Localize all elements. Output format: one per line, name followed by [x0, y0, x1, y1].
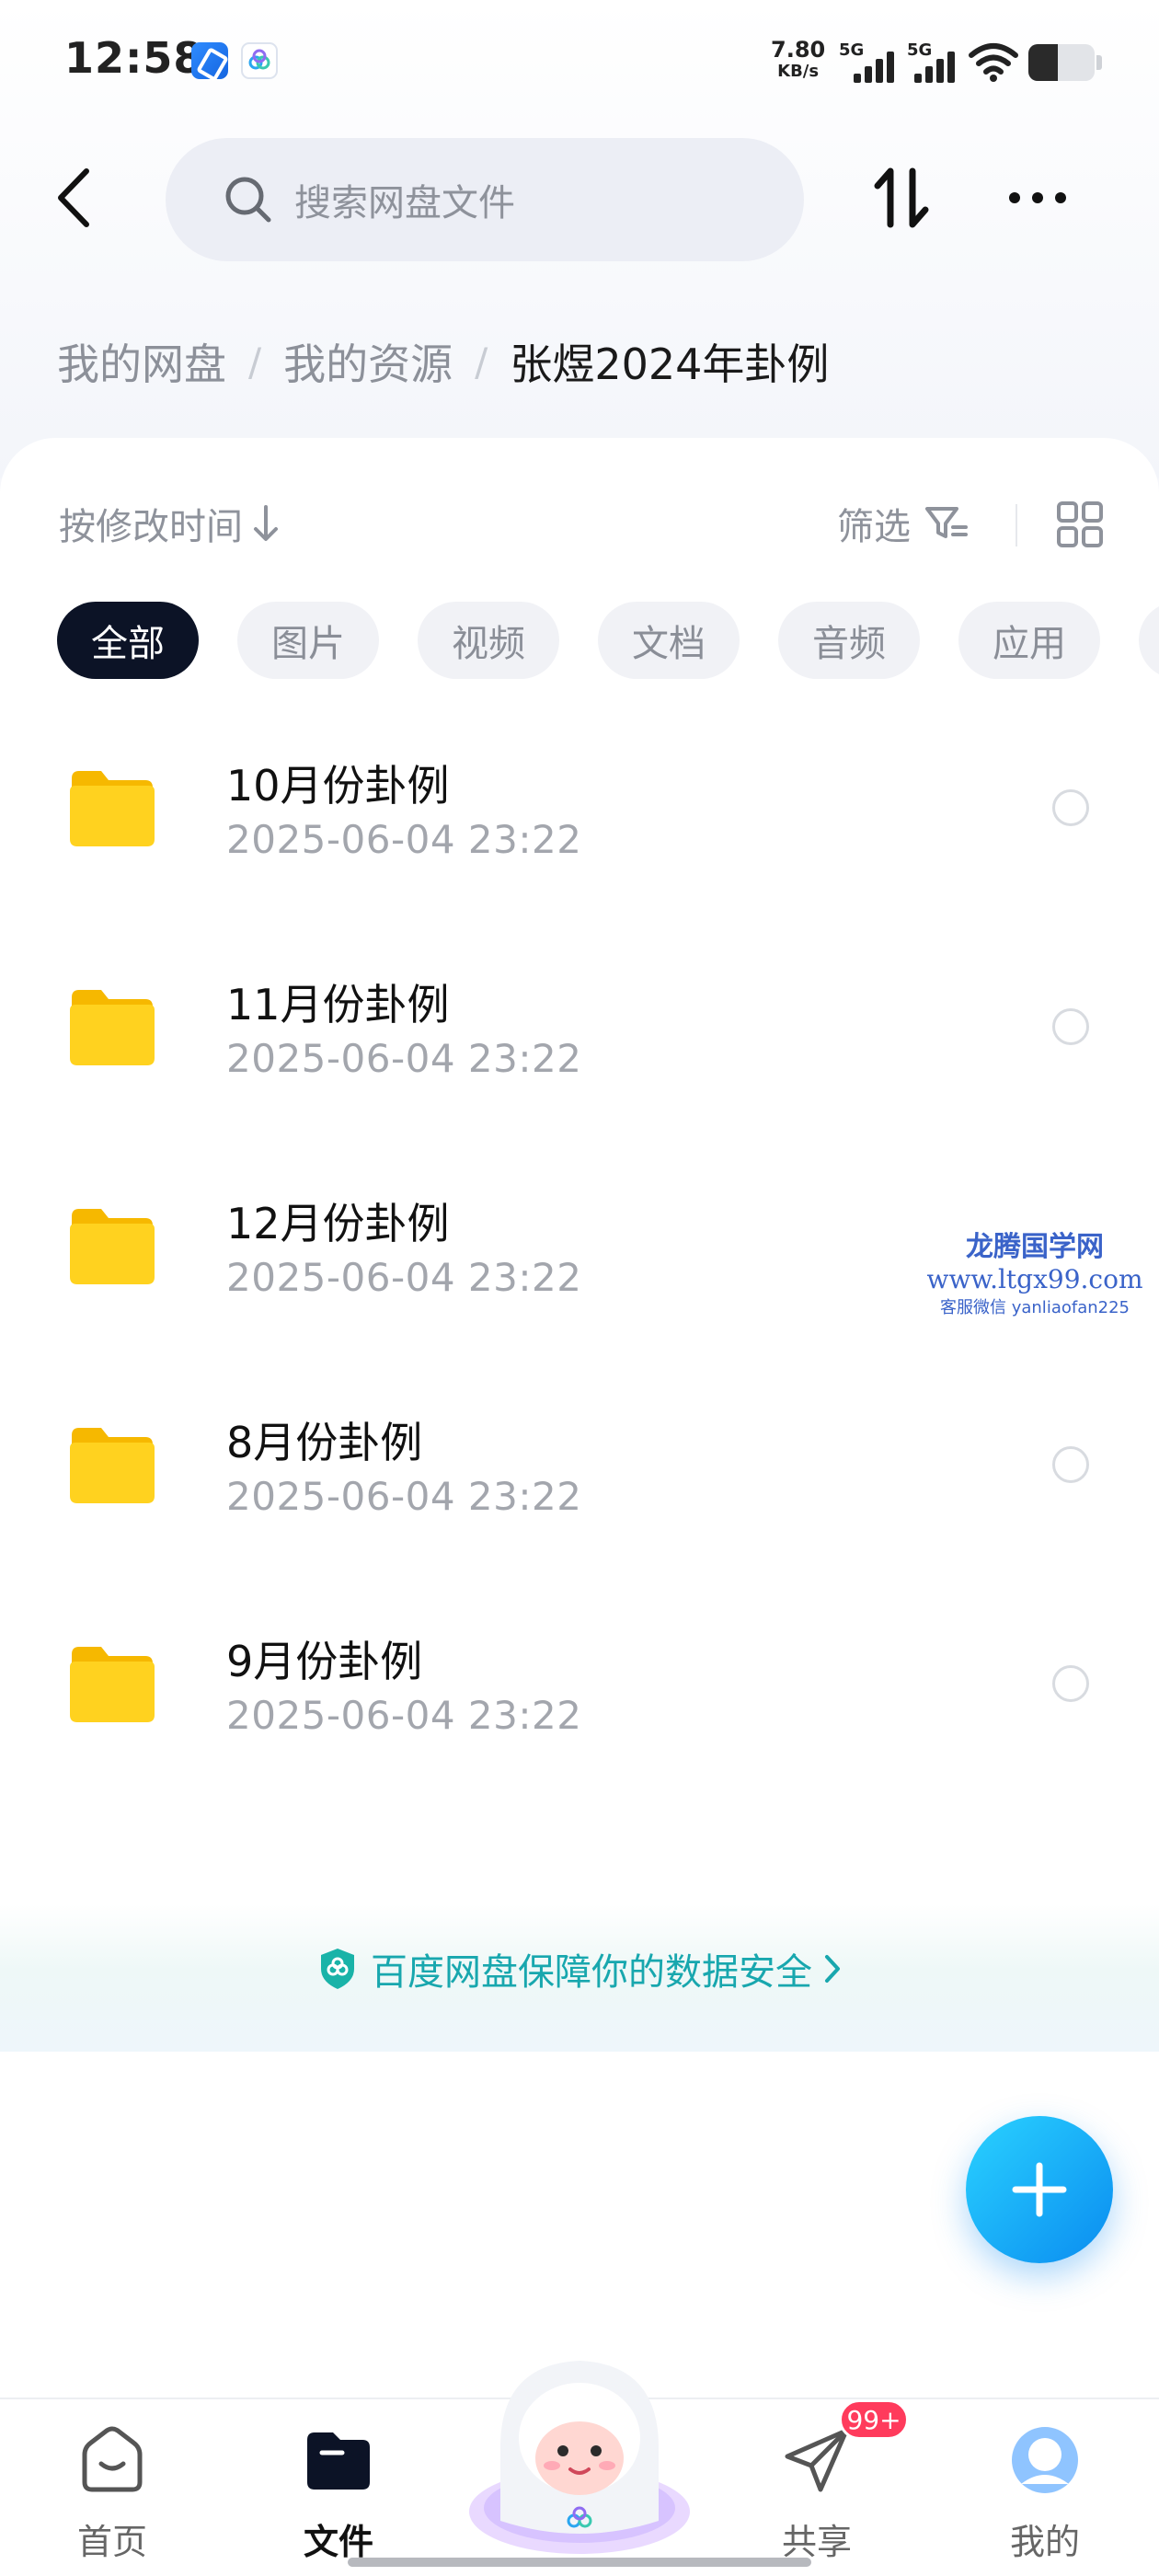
nav-share[interactable]: 共享	[743, 2423, 890, 2562]
transfer-icon	[874, 167, 929, 228]
breadcrumb-item-my-resources[interactable]: 我的资源	[283, 331, 453, 392]
file-name: 9月份卦例	[226, 1637, 423, 1686]
chip-all[interactable]: 全部	[57, 602, 199, 679]
category-chips: 全部 图片 视频 文档 音频 应用	[57, 602, 1159, 679]
folder-icon	[307, 2432, 370, 2490]
watermark-url: www.ltgx99.com	[926, 1264, 1143, 1294]
more-icon	[1009, 192, 1066, 203]
file-row[interactable]: 9月份卦例 2025-06-04 23:22	[0, 1592, 1159, 1811]
select-checkbox[interactable]	[1052, 1008, 1089, 1045]
select-checkbox[interactable]	[1052, 1446, 1089, 1483]
breadcrumb-separator: /	[475, 339, 488, 385]
network-speed-unit: KB/s	[777, 62, 820, 81]
watermark-contact: 客服微信 yanliaofan225	[940, 1298, 1130, 1317]
file-name: 12月份卦例	[226, 1199, 450, 1248]
chip-images[interactable]: 图片	[237, 602, 379, 679]
more-button[interactable]	[1001, 156, 1074, 239]
file-row[interactable]: 10月份卦例 2025-06-04 23:22	[0, 716, 1159, 935]
select-checkbox[interactable]	[1052, 789, 1089, 826]
share-icon	[785, 2428, 849, 2492]
chip-apps[interactable]: 应用	[958, 602, 1100, 679]
home-icon	[82, 2426, 143, 2492]
breadcrumb: 我的网盘 / 我的资源 / 张煜2024年卦例	[57, 329, 829, 394]
search-placeholder: 搜索网盘文件	[294, 182, 515, 224]
mascot-assistant-icon[interactable]	[460, 2337, 699, 2558]
nav-label: 首页	[76, 2522, 147, 2562]
chip-audio[interactable]: 音频	[778, 602, 920, 679]
select-checkbox[interactable]	[1052, 1665, 1089, 1702]
filter-icon	[925, 507, 968, 538]
security-banner[interactable]: 百度网盘保障你的数据安全	[0, 1941, 1159, 1996]
folder-icon	[70, 1209, 155, 1284]
folder-icon	[70, 771, 155, 846]
folder-icon	[70, 990, 155, 1065]
nav-label: 我的	[1009, 2522, 1080, 2562]
chevron-right-icon	[825, 1955, 840, 1983]
wifi-icon	[969, 43, 1018, 82]
breadcrumb-separator: /	[248, 339, 262, 385]
network-speed-value: 7.80	[771, 37, 826, 63]
filter-button[interactable]: 筛选	[837, 497, 970, 550]
breadcrumb-item-my-disk[interactable]: 我的网盘	[57, 331, 226, 392]
share-badge: 99+	[839, 2399, 909, 2440]
toolbar-divider	[1016, 504, 1017, 546]
file-date: 2025-06-04 23:22	[226, 1255, 582, 1300]
file-name: 8月份卦例	[226, 1418, 423, 1467]
grid-view-icon[interactable]	[1056, 500, 1104, 548]
signal-label: 5G	[839, 40, 865, 60]
chip-videos[interactable]: 视频	[418, 602, 559, 679]
nav-files[interactable]: 文件	[265, 2423, 412, 2562]
file-row[interactable]: 11月份卦例 2025-06-04 23:22	[0, 935, 1159, 1154]
nav-home[interactable]: 首页	[39, 2423, 186, 2562]
file-row[interactable]: 8月份卦例 2025-06-04 23:22	[0, 1373, 1159, 1592]
sort-label: 按修改时间	[59, 506, 243, 548]
home-indicator[interactable]	[348, 2558, 811, 2567]
file-date: 2025-06-04 23:22	[226, 1693, 582, 1738]
folder-icon	[70, 1428, 155, 1503]
nav-label: 共享	[781, 2522, 852, 2562]
search-icon	[225, 177, 271, 223]
file-name: 11月份卦例	[226, 980, 450, 1029]
file-name: 10月份卦例	[226, 761, 450, 811]
app-notification-icon	[191, 42, 228, 79]
chip-documents[interactable]: 文档	[598, 602, 740, 679]
add-button[interactable]	[966, 2116, 1113, 2263]
back-button[interactable]	[37, 156, 110, 239]
nav-profile[interactable]: 我的	[971, 2423, 1119, 2562]
filter-label: 筛选	[837, 506, 911, 548]
security-banner-text: 百度网盘保障你的数据安全	[371, 1951, 812, 1994]
network-speed: 7.80 KB/s	[771, 39, 825, 83]
battery-tip	[1096, 55, 1102, 70]
file-date: 2025-06-04 23:22	[226, 817, 582, 862]
back-arrow-icon	[58, 168, 89, 227]
battery-level	[1028, 44, 1059, 81]
status-time: 12:58	[64, 33, 204, 83]
shield-icon	[321, 1949, 354, 1989]
watermark-title: 龙腾国学网	[966, 1231, 1104, 1263]
transfer-button[interactable]	[865, 156, 938, 239]
arrow-down-icon	[254, 505, 278, 541]
signal-icon: 5G	[839, 40, 912, 83]
signal-label: 5G	[907, 40, 933, 60]
battery-icon	[1028, 44, 1095, 81]
status-bar: 12:58 7.80 KB/s 5G 5G	[0, 0, 1159, 120]
chip-more[interactable]	[1139, 602, 1159, 679]
watermark: 龙腾国学网 www.ltgx99.com 客服微信 yanliaofan225	[920, 1224, 1159, 1318]
sort-button[interactable]: 按修改时间	[59, 497, 280, 550]
folder-icon	[70, 1647, 155, 1722]
breadcrumb-current: 张煜2024年卦例	[510, 339, 830, 389]
baidu-netdisk-icon	[241, 42, 278, 79]
search-input[interactable]: 搜索网盘文件	[166, 138, 804, 261]
file-date: 2025-06-04 23:22	[226, 1474, 582, 1519]
profile-icon	[1012, 2427, 1078, 2493]
file-date: 2025-06-04 23:22	[226, 1036, 582, 1081]
nav-label: 文件	[303, 2522, 373, 2562]
plus-icon	[1012, 2162, 1067, 2217]
